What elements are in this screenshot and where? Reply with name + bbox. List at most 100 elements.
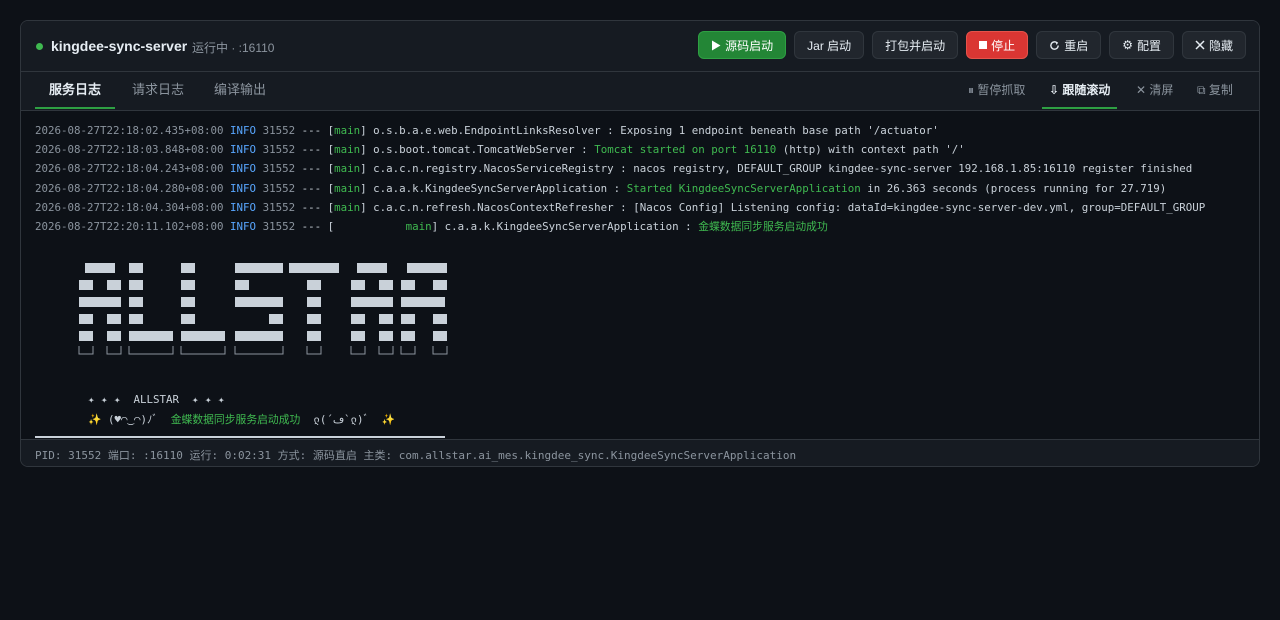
log-pid: 31552 — [262, 201, 296, 214]
arrow-down-icon: ⇩ — [1049, 83, 1060, 97]
log-timestamp: 2026-08-27T22:18:02.435+08:00 — [35, 124, 224, 137]
log-message: nacos registry, DEFAULT_GROUP kingdee-sy… — [633, 162, 1193, 175]
hide-label: 隐藏 — [1208, 38, 1233, 53]
log-timestamp: 2026-08-27T22:18:03.848+08:00 — [35, 143, 224, 156]
banner-success-text: 金蝶数据同步服务启动成功 — [170, 413, 301, 426]
tab-service-log[interactable]: 服务日志 — [35, 72, 116, 109]
banner-separator — [35, 436, 445, 438]
banner-success-suffix: ლ(´ڡ`ლ)ﾞ ✨ — [300, 413, 396, 426]
log-tabs: 服务日志 请求日志 编译输出 ⏸ 暂停抓取 ⇩ 跟随滚动 ✕ 清屏 ⧉ 复制 — [21, 72, 1259, 111]
log-message: in 26.363 seconds (process running for 2… — [867, 182, 1167, 195]
follow-scroll-button[interactable]: ⇩ 跟随滚动 — [1042, 72, 1118, 109]
stop-label: 停止 — [991, 38, 1016, 53]
log-timestamp: 2026-08-27T22:18:04.280+08:00 — [35, 182, 224, 195]
config-label: 配置 — [1136, 38, 1161, 53]
stop-icon — [979, 41, 988, 49]
log-thread: main — [334, 182, 361, 195]
stop-button[interactable]: 停止 — [966, 31, 1029, 59]
log-thread: main — [334, 143, 361, 156]
log-pid: 31552 — [262, 162, 296, 175]
log-separator: --- — [301, 182, 322, 195]
server-status: 运行中 · :16110 — [192, 41, 275, 55]
restart-button[interactable]: 重启 — [1036, 31, 1102, 59]
log-line: 2026-08-27T22:18:04.304+08:00 INFO 31552… — [35, 201, 1206, 214]
source-start-label: 源码启动 — [725, 38, 774, 53]
log-thread: main — [334, 201, 361, 214]
log-timestamp: 2026-08-27T22:18:04.243+08:00 — [35, 162, 224, 175]
banner-success-prefix: ✨ (♥◠‿◠)ﾉﾞ — [88, 413, 171, 426]
restart-label: 重启 — [1064, 38, 1089, 53]
log-level: INFO — [230, 201, 257, 214]
log-thread: main — [334, 124, 361, 137]
log-logger: o.s.boot.tomcat.TomcatWebServer — [373, 143, 575, 156]
server-name: kingdee-sync-server — [51, 38, 188, 54]
log-logger: c.a.c.n.registry.NacosServiceRegistry — [373, 162, 614, 175]
log-message: [Nacos Config] Listening config: dataId=… — [633, 201, 1206, 214]
log-message-highlight: 金蝶数据同步服务启动成功 — [698, 220, 828, 233]
service-panel: kingdee-sync-server 运行中 · :16110 源码启动 Ja… — [20, 20, 1260, 467]
log-message: (http) with context path '/' — [782, 143, 965, 156]
log-pid: 31552 — [262, 220, 296, 233]
log-timestamp: 2026-08-27T22:20:11.102+08:00 — [35, 220, 224, 233]
source-start-button[interactable]: 源码启动 — [698, 31, 787, 59]
pause-capture-button[interactable]: ⏸ 暂停抓取 — [961, 72, 1032, 108]
status-bar-text: PID: 31552 端口: :16110 运行: 0:02:31 方式: 源码… — [35, 449, 797, 462]
clear-screen-button[interactable]: ✕ 清屏 — [1129, 72, 1180, 108]
log-separator: --- — [301, 201, 322, 214]
log-timestamp: 2026-08-27T22:18:04.304+08:00 — [35, 201, 224, 214]
config-button[interactable]: ⚙ 配置 — [1109, 31, 1174, 59]
log-message-highlight: Started KingdeeSyncServerApplication — [626, 182, 861, 195]
log-pid: 31552 — [262, 124, 296, 137]
log-separator: --- — [301, 124, 322, 137]
log-line: 2026-08-27T22:18:02.435+08:00 INFO 31552… — [35, 124, 939, 137]
log-line: 2026-08-27T22:20:11.102+08:00 INFO 31552… — [35, 220, 828, 233]
jar-start-label: Jar 启动 — [807, 38, 852, 53]
log-separator: --- — [301, 143, 322, 156]
play-icon — [712, 40, 721, 50]
log-level: INFO — [230, 124, 257, 137]
log-thread: main — [334, 162, 361, 175]
follow-scroll-label: 跟随滚动 — [1062, 83, 1111, 97]
log-message-highlight: Tomcat started on port 16110 — [594, 143, 777, 156]
copy-label: 复制 — [1208, 83, 1233, 97]
jar-start-button[interactable]: Jar 启动 — [794, 31, 865, 59]
close-icon — [1195, 40, 1205, 50]
banner-success-line: ✨ (♥◠‿◠)ﾉﾞ 金蝶数据同步服务启动成功 ლ(´ڡ`ლ)ﾞ ✨ — [88, 411, 395, 427]
log-separator: --- — [301, 162, 322, 175]
log-viewer[interactable]: 2026-08-27T22:18:02.435+08:00 INFO 31552… — [21, 111, 1259, 438]
log-line: 2026-08-27T22:18:04.280+08:00 INFO 31552… — [35, 182, 1167, 195]
running-status-dot — [36, 43, 43, 50]
copy-button[interactable]: ⧉ 复制 — [1190, 72, 1240, 108]
log-level: INFO — [230, 162, 257, 175]
action-buttons: 源码启动 Jar 启动 打包并启动 停止 重启 ⚙ 配置 隐藏 — [698, 31, 1246, 59]
log-level: INFO — [230, 220, 257, 233]
log-thread: main — [334, 220, 432, 233]
log-logger: c.a.c.n.refresh.NacosContextRefresher — [373, 201, 614, 214]
ascii-art-banner — [78, 263, 448, 355]
log-pid: 31552 — [262, 143, 296, 156]
hide-button[interactable]: 隐藏 — [1181, 31, 1246, 59]
pause-capture-label: 暂停抓取 — [977, 83, 1026, 97]
refresh-icon — [1050, 40, 1060, 50]
log-line: 2026-08-27T22:18:03.848+08:00 INFO 31552… — [35, 143, 965, 156]
tab-build-output[interactable]: 编译输出 — [200, 72, 280, 108]
tab-request-log[interactable]: 请求日志 — [118, 72, 198, 108]
log-logger: o.s.b.a.e.web.EndpointLinksResolver — [373, 124, 601, 137]
service-header: kingdee-sync-server 运行中 · :16110 源码启动 Ja… — [21, 21, 1259, 72]
gear-icon: ⚙ — [1122, 38, 1133, 52]
clear-icon: ✕ — [1136, 83, 1147, 97]
log-pid: 31552 — [262, 182, 296, 195]
log-separator: --- — [301, 220, 322, 233]
package-start-button[interactable]: 打包并启动 — [872, 31, 959, 59]
clear-screen-label: 清屏 — [1149, 83, 1174, 97]
log-level: INFO — [230, 143, 257, 156]
log-line: 2026-08-27T22:18:04.243+08:00 INFO 31552… — [35, 162, 1193, 175]
pause-icon: ⏸ — [968, 83, 975, 97]
log-logger: c.a.a.k.KingdeeSyncServerApplication — [373, 182, 608, 195]
package-start-label: 打包并启动 — [885, 38, 946, 53]
copy-icon: ⧉ — [1197, 83, 1206, 97]
banner-stars-line: ✦ ✦ ✦ ALLSTAR ✦ ✦ ✦ — [88, 393, 225, 406]
log-level: INFO — [230, 182, 257, 195]
status-bar: PID: 31552 端口: :16110 运行: 0:02:31 方式: 源码… — [21, 439, 1259, 466]
log-message: Exposing 1 endpoint beneath base path '/… — [620, 124, 939, 137]
